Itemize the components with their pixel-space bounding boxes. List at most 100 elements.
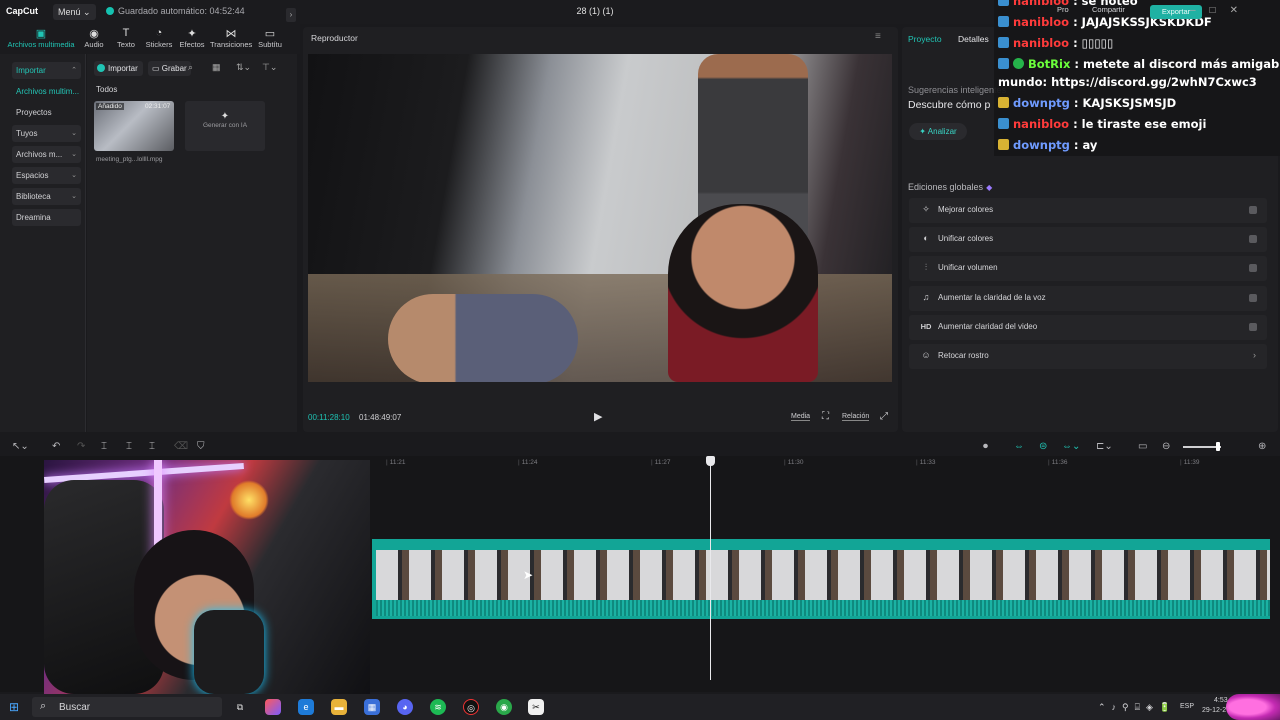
tool-subtitles[interactable]: ▭ Subtítu — [256, 27, 284, 49]
playhead[interactable] — [710, 460, 711, 680]
sidebar-item-media-files[interactable]: Archivos multim... — [12, 83, 81, 100]
time-tick: 11:27 — [651, 459, 671, 466]
edit-toggle[interactable] — [1249, 206, 1257, 214]
tool-text[interactable]: T Texto — [114, 27, 138, 49]
window-controls[interactable]: –□✕ — [1190, 5, 1252, 16]
redo-icon[interactable]: ↷ — [77, 441, 85, 452]
task-view-icon[interactable]: ⧉ — [232, 699, 248, 715]
sidebar-item-yours[interactable]: Tuyos ⌄ — [12, 125, 81, 142]
menu-icon[interactable]: ≡ — [875, 31, 881, 42]
generate-ai-button[interactable]: ✦ Generar con IA — [185, 101, 265, 151]
added-badge: Añadido — [96, 103, 124, 110]
volume-bars-icon: ⫶ — [924, 262, 928, 272]
undo-icon[interactable]: ↶ — [52, 441, 60, 452]
link-main-track-icon[interactable]: ⇔ — [1014, 441, 1024, 452]
chat-user: downptg — [1013, 138, 1070, 152]
video-preview[interactable] — [308, 54, 892, 382]
ratio-button[interactable]: Relación — [842, 413, 870, 421]
filter-icon[interactable]: ⊤⌄ — [262, 62, 277, 73]
clock-date[interactable]: 29-12-2 — [1202, 707, 1226, 714]
filter-all-label[interactable]: Todos — [96, 85, 117, 94]
system-tray[interactable]: ⌃♪⚲⌸◈🔋 — [1098, 702, 1176, 713]
sidebar-item-label: Archivos m... — [16, 150, 63, 159]
grid-view-icon[interactable]: ▦ — [212, 62, 221, 73]
select-tool-icon[interactable]: ↖⌄ — [12, 441, 29, 452]
fit-screen-icon[interactable]: ⛶ — [822, 411, 829, 422]
edit-row-voice-clarity[interactable]: ♫ Aumentar la claridad de la voz — [909, 286, 1267, 311]
import-button[interactable]: Importar — [94, 61, 143, 76]
media-button[interactable]: Media — [791, 413, 811, 421]
tab-details[interactable]: Detalles — [958, 34, 989, 44]
record-label: Grabar — [161, 64, 187, 73]
analyze-button[interactable]: ✦ Analizar — [909, 123, 967, 140]
linkage-icon[interactable]: ⇔⌄ — [1062, 441, 1080, 452]
caption-icon[interactable]: ▭ — [1138, 441, 1147, 452]
audio-icon: ◉ — [89, 28, 99, 40]
pro-badge[interactable]: Pro — [1057, 5, 1069, 14]
tool-transitions[interactable]: ⋈ Transiciones — [210, 27, 252, 49]
sidebar-item-dreamina[interactable]: Dreamina — [12, 209, 81, 226]
obs-icon[interactable]: ◎ — [463, 699, 479, 715]
menu-button[interactable]: Menú ⌄ — [53, 4, 96, 20]
play-icon[interactable]: ▶ — [594, 410, 602, 423]
split-left-icon[interactable]: ⌶ — [126, 441, 132, 452]
chevron-down-icon: ⌄ — [71, 151, 77, 158]
verified-icon — [1013, 58, 1024, 69]
player-title: Reproductor — [311, 33, 358, 43]
file-explorer-icon[interactable]: ▬ — [331, 699, 347, 715]
tool-stickers[interactable]: ◔ Stickers — [144, 27, 174, 49]
sidebar-item-library[interactable]: Biblioteca ⌄ — [12, 188, 81, 205]
autosave-status: Guardado automático: 04:52:44 — [106, 6, 245, 16]
tool-audio[interactable]: ◉ Audio — [82, 27, 106, 49]
spotify-icon[interactable]: ≋ — [430, 699, 446, 715]
sidebar-item-spaces[interactable]: Espacios ⌄ — [12, 167, 81, 184]
app-icon[interactable]: ◉ — [496, 699, 512, 715]
chat-message: BotRix : metete al discord más amigable … — [998, 57, 1280, 71]
search-icon[interactable]: ⌕ — [188, 62, 193, 73]
edit-row-unify-volume[interactable]: ⫶ Unificar volumen — [909, 256, 1267, 281]
playhead-handle[interactable] — [706, 456, 715, 466]
windows-start-icon[interactable]: ⊞ — [9, 700, 19, 714]
edge-icon[interactable]: e — [298, 699, 314, 715]
zoom-out-icon[interactable]: ⊖ — [1162, 441, 1170, 452]
share-button[interactable]: Compartir — [1092, 5, 1125, 14]
effects-icon: ✦ — [187, 28, 197, 40]
zoom-slider-handle[interactable] — [1216, 442, 1220, 451]
edit-label: Aumentar la claridad de la voz — [938, 293, 1046, 302]
copilot-icon[interactable] — [265, 699, 281, 715]
split-icon[interactable]: ⌶ — [101, 441, 107, 452]
fullscreen-icon[interactable]: ⤢ — [880, 411, 888, 422]
zoom-fit-icon[interactable]: ⊕ — [1258, 441, 1266, 452]
record-button[interactable]: ▭ Grabar — [148, 61, 191, 76]
magnet-icon[interactable]: ⊜ — [1039, 441, 1047, 452]
sort-icon[interactable]: ⇅⌄ — [236, 62, 251, 73]
sidebar-item-import[interactable]: Importar ⌃ — [12, 62, 81, 79]
sidebar-item-files[interactable]: Archivos m... ⌄ — [12, 146, 81, 163]
sidebar-item-secondary-projects[interactable]: Proyectos secun... — [12, 104, 81, 134]
shield-icon[interactable]: ⛉ — [197, 441, 205, 452]
store-icon[interactable]: ▦ — [364, 699, 380, 715]
sidebar-item-label: Espacios — [16, 171, 49, 180]
edit-row-enhance-colors[interactable]: ✧ Mejorar colores — [909, 198, 1267, 223]
edit-toggle[interactable] — [1249, 264, 1257, 272]
split-right-icon[interactable]: ⌶ — [149, 441, 155, 452]
delete-icon[interactable]: ⌫ — [174, 441, 188, 452]
chevron-right-icon[interactable]: › — [286, 8, 296, 22]
microphone-icon[interactable]: ⏺ — [983, 441, 988, 452]
preview-axis-icon[interactable]: ⊏⌄ — [1096, 441, 1113, 452]
tool-media[interactable]: ▣ Archivos multimedia — [6, 27, 76, 49]
edit-row-video-clarity[interactable]: HD Aumentar claridad del video — [909, 315, 1267, 340]
edit-row-retouch-face[interactable]: ☺ Retocar rostro › — [909, 344, 1267, 369]
audio-waveform — [376, 600, 1270, 616]
tab-project[interactable]: Proyecto — [908, 34, 942, 44]
tool-effects[interactable]: ✦ Efectos — [178, 27, 206, 49]
edit-toggle[interactable] — [1249, 323, 1257, 331]
language-indicator[interactable]: ESP — [1180, 703, 1194, 710]
sidebar-item-label: Dreamina — [16, 213, 51, 222]
edit-toggle[interactable] — [1249, 235, 1257, 243]
edit-row-unify-colors[interactable]: ◐ Unificar colores — [909, 227, 1267, 252]
clip-duration: 02:31:07 — [145, 103, 171, 110]
capcut-icon[interactable]: ✂ — [528, 699, 544, 715]
edit-toggle[interactable] — [1249, 294, 1257, 302]
discord-icon[interactable]: ◕ — [397, 699, 413, 715]
